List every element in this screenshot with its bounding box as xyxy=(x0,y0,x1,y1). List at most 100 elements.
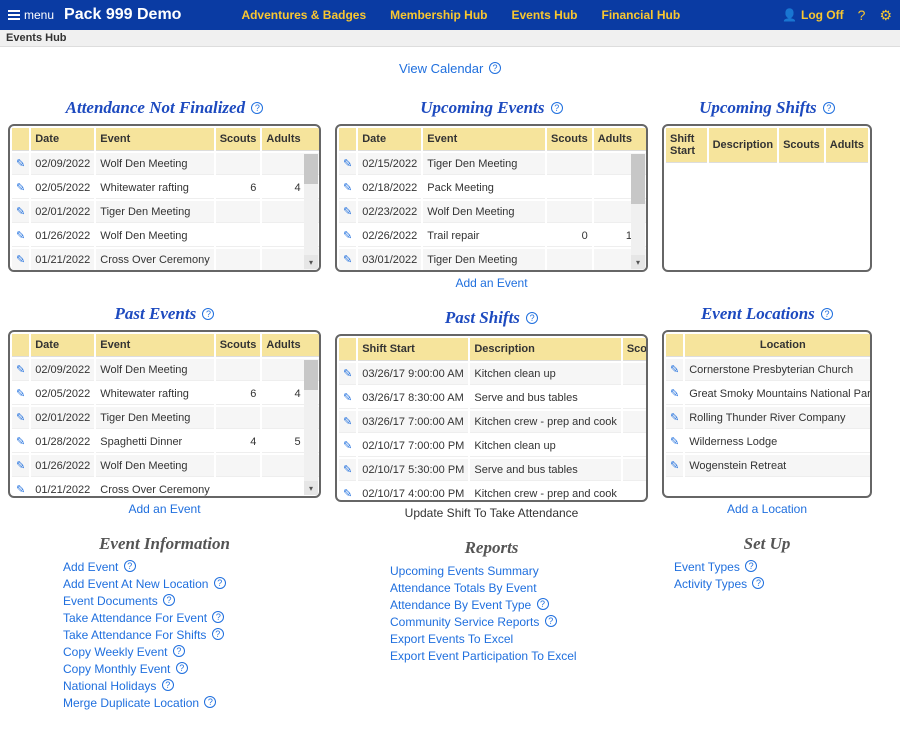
table-row[interactable]: ✎02/23/2022Wolf Den Meeting xyxy=(339,201,648,223)
edit-icon[interactable]: ✎ xyxy=(670,460,679,472)
table-row[interactable]: ✎02/10/17 4:00:00 PMKitchen crew - prep … xyxy=(339,483,648,502)
table-row[interactable]: ✎03/26/17 9:00:00 AMKitchen clean up02 xyxy=(339,363,648,385)
edit-icon[interactable]: ✎ xyxy=(343,416,352,428)
help-bubble-icon[interactable]: ? xyxy=(823,102,835,114)
add-event-link[interactable]: Add an Event xyxy=(455,276,527,290)
table-row[interactable]: ✎01/26/2022Wolf Den Meeting xyxy=(12,455,319,477)
edit-icon[interactable]: ✎ xyxy=(16,460,25,472)
table-row[interactable]: ✎02/01/2022Tiger Den Meeting xyxy=(12,407,319,429)
help-bubble-icon[interactable]: ? xyxy=(489,62,501,74)
scrollbar[interactable]: ▾ xyxy=(304,360,318,495)
table-row[interactable]: ✎03/01/2022Tiger Den Meeting xyxy=(339,249,648,271)
add-location-link[interactable]: Add a Location xyxy=(727,502,807,516)
help-bubble-icon[interactable]: ? xyxy=(214,577,226,589)
action-link[interactable]: Attendance Totals By Event xyxy=(390,581,537,595)
edit-icon[interactable]: ✎ xyxy=(16,206,25,218)
table-row[interactable]: ✎Great Smoky Mountains National Park xyxy=(666,383,872,405)
action-link[interactable]: National Holidays xyxy=(63,679,156,693)
edit-icon[interactable]: ✎ xyxy=(16,388,25,400)
help-bubble-icon[interactable]: ? xyxy=(212,628,224,640)
edit-icon[interactable]: ✎ xyxy=(343,464,352,476)
action-link[interactable]: Upcoming Events Summary xyxy=(390,564,539,578)
table-row[interactable]: ✎01/21/2022Cross Over Ceremony xyxy=(12,249,319,271)
gear-icon[interactable]: ⚙ xyxy=(879,7,892,24)
nav-adventures[interactable]: Adventures & Badges xyxy=(241,8,366,22)
scrollbar[interactable]: ▾ xyxy=(304,154,318,269)
action-link[interactable]: Copy Monthly Event xyxy=(63,662,170,676)
edit-icon[interactable]: ✎ xyxy=(343,488,352,500)
action-link[interactable]: Take Attendance For Event xyxy=(63,611,207,625)
edit-icon[interactable]: ✎ xyxy=(343,368,352,380)
help-bubble-icon[interactable]: ? xyxy=(124,560,136,572)
edit-icon[interactable]: ✎ xyxy=(670,436,679,448)
help-bubble-icon[interactable]: ? xyxy=(526,312,538,324)
edit-icon[interactable]: ✎ xyxy=(16,484,25,496)
table-row[interactable]: ✎02/05/2022Whitewater rafting64 xyxy=(12,177,319,199)
table-row[interactable]: ✎02/10/17 5:30:00 PMServe and bus tables… xyxy=(339,459,648,481)
table-row[interactable]: ✎01/28/2022Spaghetti Dinner45 xyxy=(12,431,319,453)
table-row[interactable]: ✎02/18/2022Pack Meeting xyxy=(339,177,648,199)
add-event-link[interactable]: Add an Event xyxy=(128,502,200,516)
table-row[interactable]: ✎03/26/17 7:00:00 AMKitchen crew - prep … xyxy=(339,411,648,433)
edit-icon[interactable]: ✎ xyxy=(343,254,352,266)
action-link[interactable]: Community Service Reports xyxy=(390,615,539,629)
menu-button[interactable]: menu xyxy=(8,8,54,22)
edit-icon[interactable]: ✎ xyxy=(16,412,25,424)
edit-icon[interactable]: ✎ xyxy=(343,392,352,404)
help-bubble-icon[interactable]: ? xyxy=(176,662,188,674)
action-link[interactable]: Take Attendance For Shifts xyxy=(63,628,206,642)
edit-icon[interactable]: ✎ xyxy=(16,436,25,448)
nav-events[interactable]: Events Hub xyxy=(511,8,577,22)
table-row[interactable]: ✎Cornerstone Presbyterian Church xyxy=(666,359,872,381)
table-row[interactable]: ✎Wogenstein Retreat xyxy=(666,455,872,477)
action-link[interactable]: Export Events To Excel xyxy=(390,632,513,646)
action-link[interactable]: Event Documents xyxy=(63,594,158,608)
action-link[interactable]: Activity Types xyxy=(674,577,747,591)
help-bubble-icon[interactable]: ? xyxy=(163,594,175,606)
edit-icon[interactable]: ✎ xyxy=(16,230,25,242)
table-row[interactable]: ✎02/09/2022Wolf Den Meeting xyxy=(12,359,319,381)
help-bubble-icon[interactable]: ? xyxy=(545,615,557,627)
edit-icon[interactable]: ✎ xyxy=(343,230,352,242)
table-row[interactable]: ✎02/05/2022Whitewater rafting64 xyxy=(12,383,319,405)
scrollbar[interactable]: ▾ xyxy=(631,154,645,269)
edit-icon[interactable]: ✎ xyxy=(343,440,352,452)
help-bubble-icon[interactable]: ? xyxy=(202,308,214,320)
table-row[interactable]: ✎02/09/2022Wolf Den Meeting xyxy=(12,153,319,175)
logoff-button[interactable]: 👤 Log Off xyxy=(782,8,844,22)
table-row[interactable]: ✎01/26/2022Wolf Den Meeting xyxy=(12,225,319,247)
action-link[interactable]: Export Event Participation To Excel xyxy=(390,649,577,663)
action-link[interactable]: Event Types xyxy=(674,560,740,574)
table-row[interactable]: ✎Wilderness Lodge xyxy=(666,431,872,453)
help-icon[interactable]: ? xyxy=(858,7,866,23)
help-bubble-icon[interactable]: ? xyxy=(752,577,764,589)
nav-membership[interactable]: Membership Hub xyxy=(390,8,487,22)
help-bubble-icon[interactable]: ? xyxy=(162,679,174,691)
table-row[interactable]: ✎02/26/2022Trail repair01 xyxy=(339,225,648,247)
help-bubble-icon[interactable]: ? xyxy=(212,611,224,623)
help-bubble-icon[interactable]: ? xyxy=(821,308,833,320)
help-bubble-icon[interactable]: ? xyxy=(251,102,263,114)
edit-icon[interactable]: ✎ xyxy=(16,182,25,194)
table-row[interactable]: ✎Rolling Thunder River Company xyxy=(666,407,872,429)
edit-icon[interactable]: ✎ xyxy=(16,158,25,170)
edit-icon[interactable]: ✎ xyxy=(16,364,25,376)
action-link[interactable]: Attendance By Event Type xyxy=(390,598,531,612)
edit-icon[interactable]: ✎ xyxy=(343,158,352,170)
edit-icon[interactable]: ✎ xyxy=(670,364,679,376)
table-row[interactable]: ✎02/10/17 7:00:00 PMKitchen clean up02 xyxy=(339,435,648,457)
edit-icon[interactable]: ✎ xyxy=(343,182,352,194)
help-bubble-icon[interactable]: ? xyxy=(537,598,549,610)
nav-financial[interactable]: Financial Hub xyxy=(602,8,681,22)
help-bubble-icon[interactable]: ? xyxy=(551,102,563,114)
edit-icon[interactable]: ✎ xyxy=(343,206,352,218)
help-bubble-icon[interactable]: ? xyxy=(204,696,216,708)
help-bubble-icon[interactable]: ? xyxy=(745,560,757,572)
view-calendar-link[interactable]: View Calendar xyxy=(399,61,483,76)
help-bubble-icon[interactable]: ? xyxy=(173,645,185,657)
edit-icon[interactable]: ✎ xyxy=(670,412,679,424)
action-link[interactable]: Merge Duplicate Location xyxy=(63,696,199,710)
table-row[interactable]: ✎03/26/17 8:30:00 AMServe and bus tables… xyxy=(339,387,648,409)
action-link[interactable]: Add Event xyxy=(63,560,118,574)
table-row[interactable]: ✎01/21/2022Cross Over Ceremony xyxy=(12,479,319,498)
